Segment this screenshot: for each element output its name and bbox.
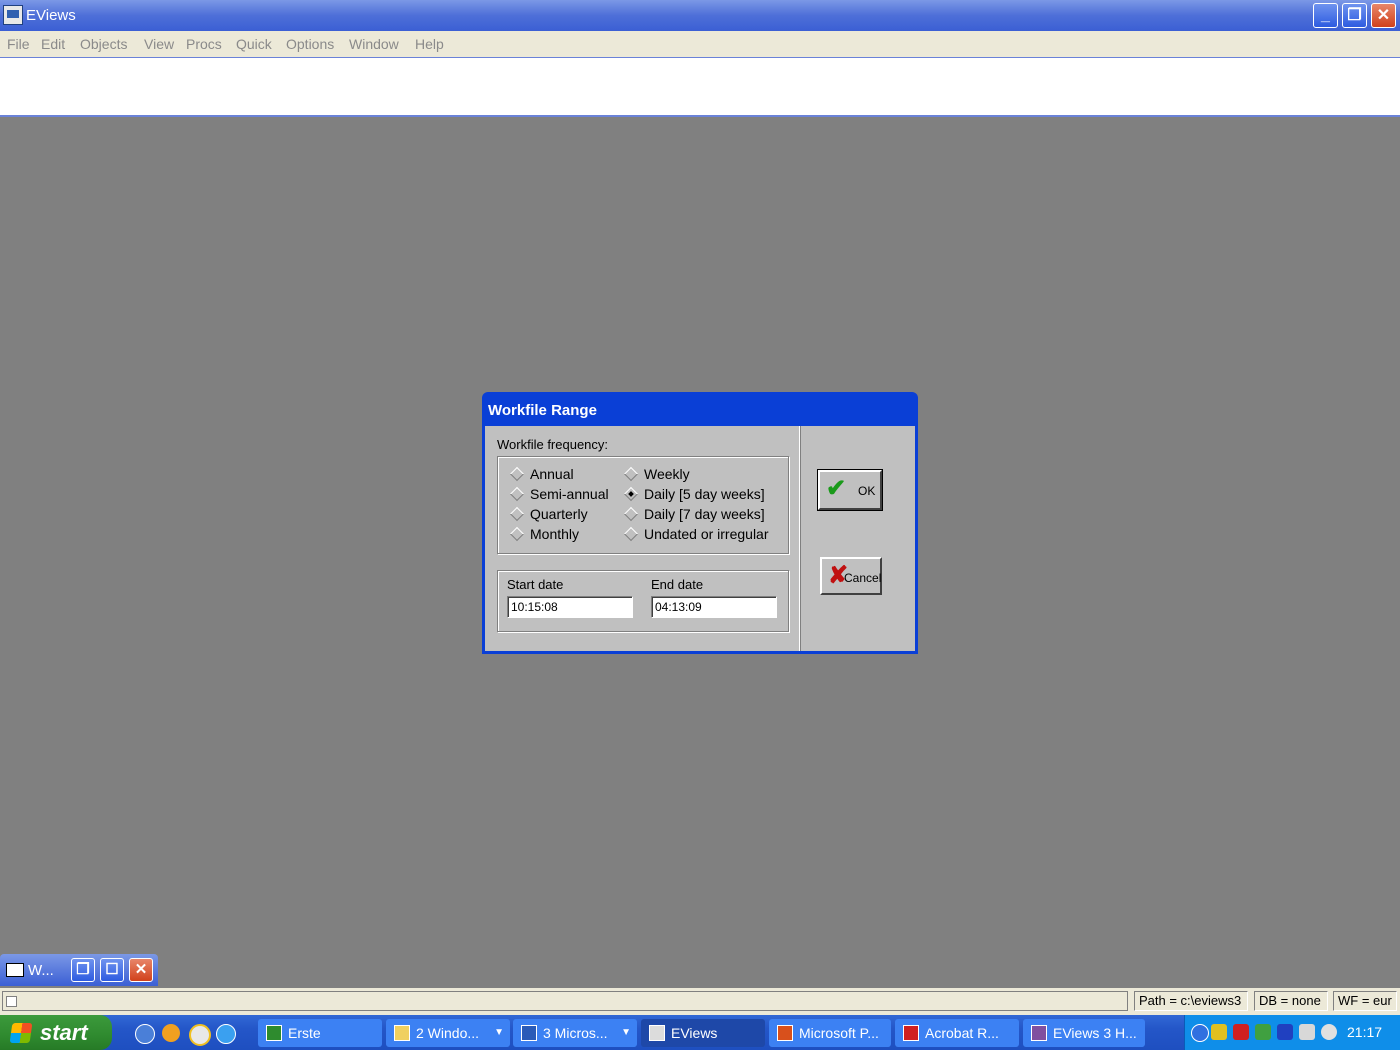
menu-edit[interactable]: Edit	[41, 36, 65, 52]
end-date-label: End date	[651, 577, 704, 592]
chevron-down-icon: ▼	[494, 1027, 504, 1038]
menu-view[interactable]: View	[144, 36, 174, 52]
eviews-app-icon[interactable]	[3, 5, 23, 25]
frequency-label: Workfile frequency:	[497, 437, 609, 452]
start-button[interactable]: start	[0, 1015, 112, 1050]
quicklaunch-outlook-icon[interactable]	[135, 1024, 155, 1044]
dialog-left-panel: Workfile frequency: Annual Semi-annual Q…	[485, 426, 800, 651]
checkmark-icon: ✔	[826, 475, 847, 502]
status-path: Path = c:\eviews3	[1134, 991, 1248, 1011]
menu-window[interactable]: Window	[349, 36, 399, 52]
minimized-window[interactable]: W... ❐ ☐ ✕	[0, 954, 158, 986]
app-title-bar: EViews _ ❐ ✕	[0, 0, 1400, 31]
menu-procs[interactable]: Procs	[186, 36, 222, 52]
minimized-window-title: W...	[28, 962, 54, 979]
tray-shield-icon[interactable]	[1211, 1024, 1227, 1040]
tray-antivirus-icon[interactable]	[1233, 1024, 1249, 1040]
start-date-label: Start date	[507, 577, 564, 592]
menu-quick[interactable]: Quick	[236, 36, 272, 52]
tray-wifi-icon[interactable]	[1321, 1024, 1337, 1040]
taskbar-button-erste[interactable]: Erste	[258, 1019, 382, 1047]
tray-expand-icon[interactable]	[1191, 1024, 1209, 1042]
taskbar-button-windows[interactable]: 2 Windo... ▼	[386, 1019, 510, 1047]
folder-icon	[394, 1025, 410, 1041]
word-icon	[521, 1025, 537, 1041]
taskbar-button-eviews[interactable]: EViews	[641, 1019, 765, 1047]
powerpoint-icon	[777, 1025, 793, 1041]
dialog-title: Workfile Range	[488, 402, 597, 419]
excel-icon	[266, 1025, 282, 1041]
taskbar-button-powerpoint[interactable]: Microsoft P...	[769, 1019, 891, 1047]
frequency-group: Annual Semi-annual Quarterly Monthly Wee…	[497, 456, 789, 554]
help-book-icon	[1031, 1025, 1047, 1041]
dialog-body: Workfile frequency: Annual Semi-annual Q…	[485, 426, 915, 651]
ok-button[interactable]: ✔ OK	[817, 469, 883, 511]
app-title: EViews	[26, 7, 76, 24]
status-message-area	[2, 991, 1128, 1011]
cancel-button[interactable]: ✘ Cancel	[820, 557, 882, 595]
taskbar-button-acrobat[interactable]: Acrobat R...	[895, 1019, 1019, 1047]
taskbar-button-word[interactable]: 3 Micros... ▼	[513, 1019, 637, 1047]
window-icon	[6, 963, 24, 977]
taskbar-button-eviews-help[interactable]: EViews 3 H...	[1023, 1019, 1145, 1047]
tray-display-icon[interactable]	[1299, 1024, 1315, 1040]
windows-logo-icon	[9, 1023, 33, 1043]
quicklaunch-app-icon[interactable]	[162, 1024, 180, 1042]
menu-options[interactable]: Options	[286, 36, 334, 52]
eviews-icon	[649, 1025, 665, 1041]
menu-file[interactable]: File	[7, 36, 30, 52]
clock: 21:17	[1347, 1024, 1383, 1040]
tray-bluetooth-icon[interactable]	[1277, 1024, 1293, 1040]
minwin-maximize-button[interactable]: ☐	[100, 958, 124, 982]
acrobat-icon	[903, 1025, 919, 1041]
start-date-input[interactable]	[507, 596, 633, 618]
quicklaunch-media-icon[interactable]	[189, 1024, 211, 1046]
status-db: DB = none	[1254, 991, 1328, 1011]
date-group: Start date End date	[497, 570, 789, 632]
restore-button[interactable]: ❐	[1342, 3, 1367, 28]
minimize-button[interactable]: _	[1313, 3, 1338, 28]
quicklaunch-ie-icon[interactable]	[216, 1024, 236, 1044]
radio-selected-dot	[623, 486, 639, 502]
menu-help[interactable]: Help	[415, 36, 444, 52]
menu-objects[interactable]: Objects	[80, 36, 127, 52]
status-bar: Path = c:\eviews3 DB = none WF = eur	[0, 988, 1400, 1015]
end-date-input[interactable]	[651, 596, 777, 618]
command-window[interactable]	[0, 57, 1400, 117]
workfile-range-dialog: Workfile Range Workfile frequency: Annua…	[482, 392, 918, 654]
minwin-close-button[interactable]: ✕	[129, 958, 153, 982]
menu-bar: File Edit Objects View Procs Quick Optio…	[0, 31, 1400, 57]
minwin-restore-button[interactable]: ❐	[71, 958, 95, 982]
tray-network-icon[interactable]	[1255, 1024, 1271, 1040]
chevron-down-icon: ▼	[621, 1027, 631, 1038]
system-tray: 21:17	[1184, 1015, 1400, 1050]
close-button[interactable]: ✕	[1371, 3, 1396, 28]
taskbar: start Erste 2 Windo... ▼ 3 Micros... ▼ EVi…	[0, 1015, 1400, 1050]
status-wf: WF = eur	[1333, 991, 1397, 1011]
